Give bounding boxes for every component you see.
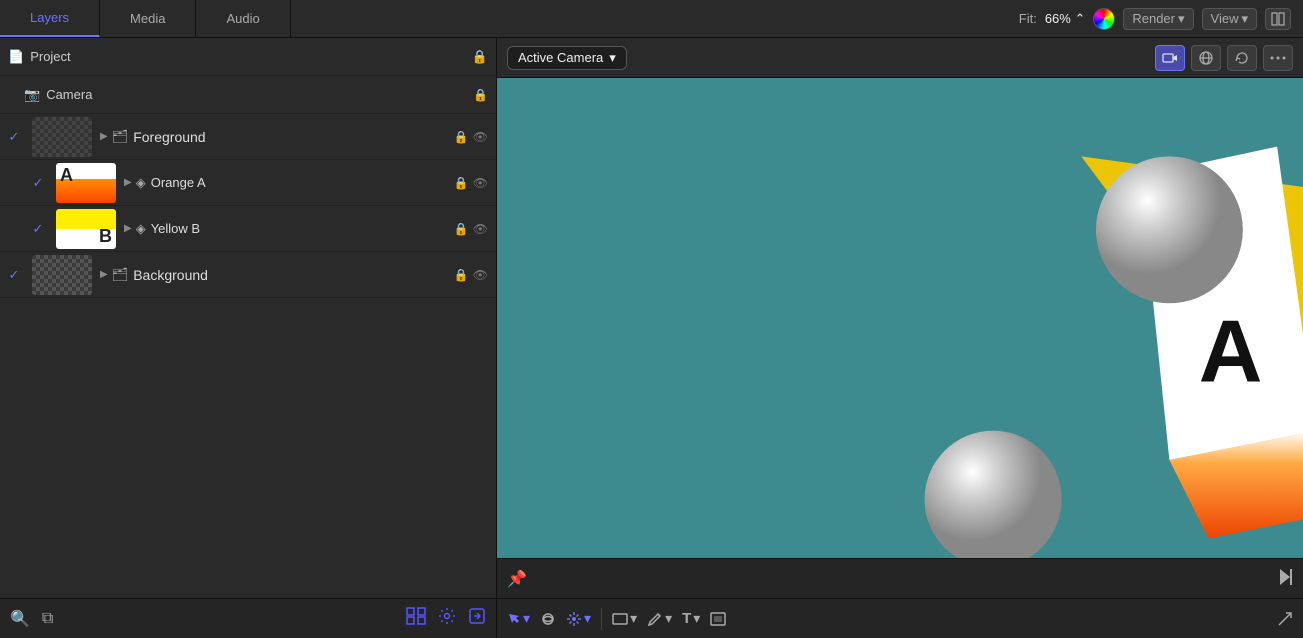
settings-button[interactable] — [438, 607, 456, 630]
timeline-pin-icon[interactable]: 📌 — [507, 569, 527, 589]
expand-foreground-arrow[interactable]: ▶ — [100, 131, 108, 142]
background-label: Background — [133, 267, 454, 283]
fit-label: Fit: — [1019, 11, 1037, 26]
foreground-folder-icon: 🗂 — [112, 129, 129, 145]
expand-yellow-b-arrow[interactable]: ▶ — [124, 223, 132, 234]
search-button[interactable]: 🔍 — [10, 609, 30, 629]
layers-list: ✓ ▶ 🗂 Foreground 🔒 👁 ✓ ▶ ◈ — [0, 114, 496, 598]
active-camera-label: Active Camera — [518, 50, 603, 65]
more-options-button[interactable] — [1263, 45, 1293, 71]
export-button[interactable] — [468, 607, 486, 630]
active-camera-dropdown[interactable]: Active Camera ▾ — [507, 46, 627, 70]
layer-thumb-background — [32, 255, 92, 295]
foreground-vis-icon: 👁 — [473, 130, 488, 144]
layer-row-orange-a[interactable]: ✓ ▶ ◈ Orange A 🔒 👁 — [0, 160, 496, 206]
main-content: 📄 Project 🔒 📷 Camera 🔒 ✓ ▶ 🗂 Foreground — [0, 38, 1303, 638]
mask-tool-button[interactable] — [710, 612, 726, 626]
canvas-topbar: Active Camera ▾ — [497, 38, 1303, 78]
tab-audio[interactable]: Audio — [196, 0, 290, 37]
fit-value[interactable]: 66% ⌃ — [1045, 11, 1086, 27]
canvas-view-controls — [1155, 45, 1293, 71]
svg-text:A: A — [1199, 302, 1263, 401]
layer-row-foreground[interactable]: ✓ ▶ 🗂 Foreground 🔒 👁 — [0, 114, 496, 160]
yellow-b-lock-icon: 🔒 — [454, 222, 469, 236]
pan-tool-button[interactable]: ▾ — [566, 610, 591, 627]
left-bottom-toolbar: 🔍 ⧉ — [0, 598, 496, 638]
expand-orange-a-arrow[interactable]: ▶ — [124, 177, 132, 188]
transform-tool-button[interactable] — [1277, 611, 1293, 627]
orange-a-shape-icon: ◈ — [136, 175, 146, 191]
timeline-end-icon[interactable] — [1279, 568, 1293, 589]
camera-lock-icon: 🔒 — [473, 88, 488, 102]
foreground-right-icons: 🔒 👁 — [454, 130, 488, 144]
top-bar: Layers Media Audio Fit: 66% ⌃ Render ▾ V… — [0, 0, 1303, 38]
wireframe-button[interactable] — [1191, 45, 1221, 71]
canvas-viewport[interactable]: A B — [497, 78, 1303, 558]
camera-view-button[interactable] — [1155, 45, 1185, 71]
orange-a-vis-icon: 👁 — [473, 176, 488, 190]
canvas-panel: Active Camera ▾ — [497, 38, 1303, 638]
timeline-bar: 📌 — [497, 558, 1303, 598]
foreground-lock-icon: 🔒 — [454, 130, 469, 144]
background-vis-icon: 👁 — [473, 268, 488, 282]
layer-row-yellow-b[interactable]: ✓ ▶ ◈ Yellow B 🔒 👁 — [0, 206, 496, 252]
shape-tool-button[interactable]: ▾ — [612, 610, 637, 627]
camera-name: Camera — [46, 87, 473, 102]
scene-svg: A B — [497, 78, 1303, 558]
text-tool-button[interactable]: T ▾ — [682, 610, 700, 627]
expand-background-arrow[interactable]: ▶ — [100, 269, 108, 280]
render-button[interactable]: Render ▾ — [1123, 8, 1193, 30]
project-lock-icon: 🔒 — [472, 49, 488, 65]
layer-thumb-foreground — [32, 117, 92, 157]
orange-a-right-icons: 🔒 👁 — [454, 176, 488, 190]
layer-row-background[interactable]: ✓ ▶ 🗂 Background 🔒 👁 — [0, 252, 496, 298]
layer-check-background[interactable]: ✓ — [4, 267, 24, 283]
orbit-tool-button[interactable] — [540, 611, 556, 627]
window-layout-button[interactable] — [1265, 8, 1291, 30]
camera-row: 📷 Camera 🔒 — [0, 76, 496, 114]
layers-view-button[interactable]: ⧉ — [42, 610, 53, 628]
view-button[interactable]: View ▾ — [1202, 8, 1257, 30]
layer-check-foreground[interactable]: ✓ — [4, 129, 24, 145]
yellow-b-right-icons: 🔒 👁 — [454, 222, 488, 236]
orange-a-lock-icon: 🔒 — [454, 176, 469, 190]
rotate-button[interactable] — [1227, 45, 1257, 71]
camera-icon: 📷 — [24, 87, 40, 103]
grid-toggle-button[interactable] — [406, 607, 426, 630]
layers-panel: 📄 Project 🔒 📷 Camera 🔒 ✓ ▶ 🗂 Foreground — [0, 38, 497, 638]
color-swatch[interactable] — [1093, 8, 1115, 30]
layer-check-orange-a[interactable]: ✓ — [28, 175, 48, 191]
layer-check-yellow-b[interactable]: ✓ — [28, 221, 48, 237]
project-name: Project — [30, 49, 472, 64]
tab-media[interactable]: Media — [100, 0, 196, 37]
background-right-icons: 🔒 👁 — [454, 268, 488, 282]
select-tool-button[interactable]: ▾ — [507, 610, 530, 627]
background-folder-icon: 🗂 — [112, 267, 129, 283]
orange-a-label: Orange A — [151, 175, 454, 190]
yellow-b-shape-icon: ◈ — [136, 221, 146, 237]
layer-thumb-orange-a — [56, 163, 116, 203]
toolbar-separator-1 — [601, 608, 602, 630]
background-lock-icon: 🔒 — [454, 268, 469, 282]
pen-tool-button[interactable]: ▾ — [647, 610, 672, 627]
yellow-b-label: Yellow B — [151, 221, 454, 236]
active-camera-chevron: ▾ — [609, 50, 616, 66]
right-bottom-toolbar: ▾ ▾ ▾ ▾ T ▾ — [497, 598, 1303, 638]
project-icon: 📄 — [8, 49, 24, 65]
project-row: 📄 Project 🔒 — [0, 38, 496, 76]
top-bar-controls: Fit: 66% ⌃ Render ▾ View ▾ — [1007, 0, 1303, 37]
layer-thumb-yellow-b — [56, 209, 116, 249]
tab-layers[interactable]: Layers — [0, 0, 100, 37]
yellow-b-vis-icon: 👁 — [473, 222, 488, 236]
foreground-label: Foreground — [133, 129, 454, 145]
